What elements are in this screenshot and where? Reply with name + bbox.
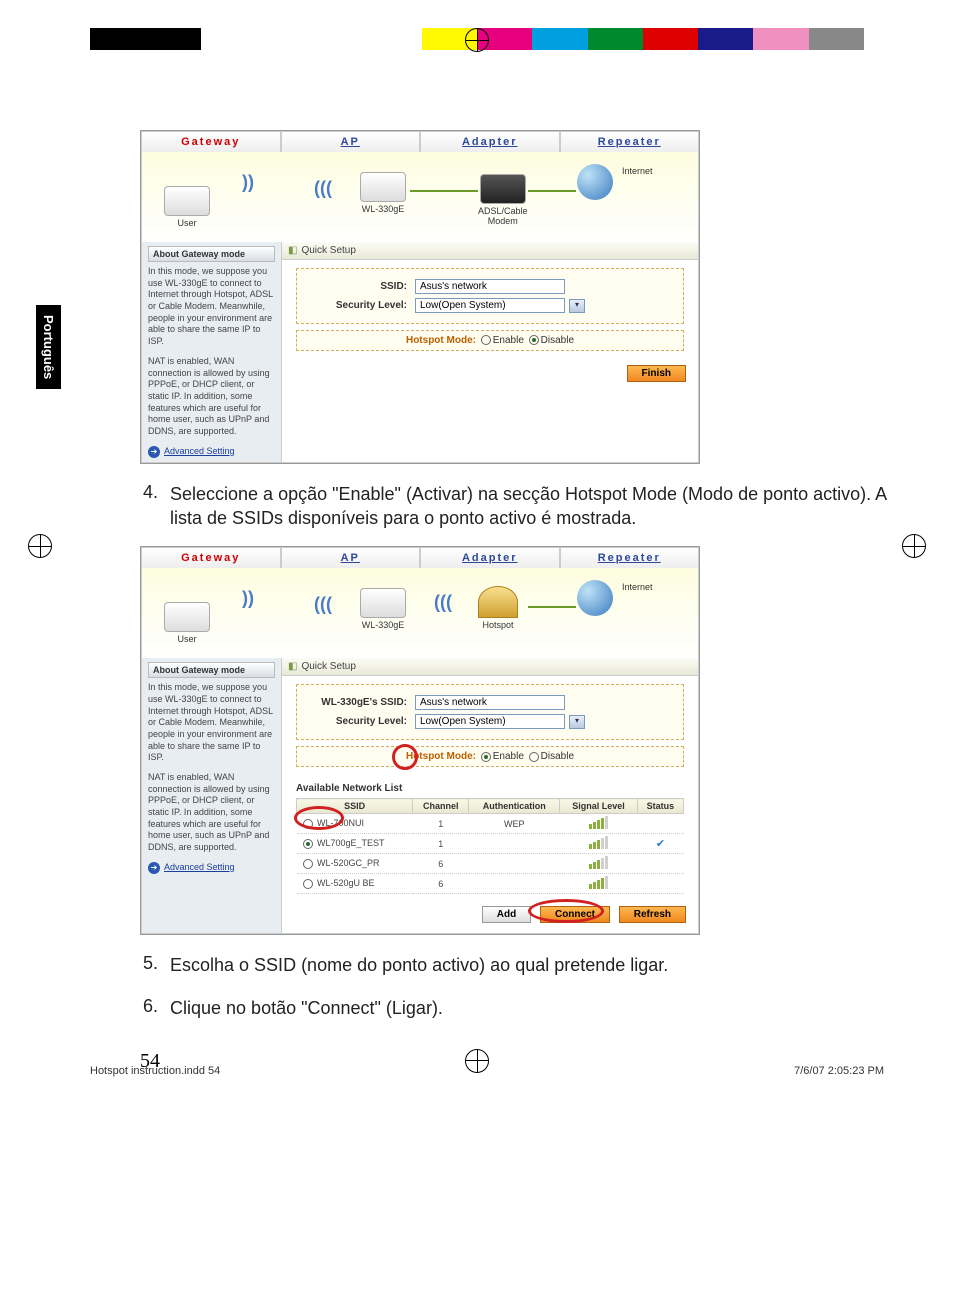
language-tab: Português (36, 305, 61, 389)
network-row-radio[interactable] (303, 819, 313, 829)
satellite-icon (478, 586, 518, 618)
router-icon (360, 588, 406, 618)
connect-button[interactable]: Connect (540, 906, 610, 923)
about-sidebar: About Gateway mode In this mode, we supp… (142, 658, 282, 933)
router-ui-screenshot-2: Gateway AP Adapter Repeater User )) ((( … (140, 546, 700, 935)
advanced-setting-link[interactable]: Advanced Setting (164, 446, 235, 456)
table-row[interactable]: WL700gE_TEST1✔ (297, 834, 684, 854)
available-network-table: SSIDChannelAuthenticationSignal LevelSta… (296, 798, 684, 894)
signal-bars-icon (589, 836, 608, 849)
tab-adapter[interactable]: Adapter (420, 131, 560, 152)
network-row-radio[interactable] (303, 879, 313, 889)
refresh-button[interactable]: Refresh (619, 906, 686, 923)
check-icon: ✔ (656, 838, 665, 850)
tab-gateway[interactable]: Gateway (141, 547, 281, 568)
signal-bars-icon (589, 856, 608, 869)
print-footer: Hotspot instruction.indd 54 7/6/07 2:05:… (90, 1065, 884, 1077)
modem-icon (480, 174, 526, 204)
quick-setup-heading: Quick Setup (282, 658, 698, 676)
dropdown-arrow-icon[interactable]: ▾ (569, 299, 585, 313)
network-list-heading: Available Network List (296, 783, 698, 794)
laptop-icon (164, 186, 210, 216)
instruction-step-6: 6. Clique no botão "Connect" (Ligar). (140, 996, 894, 1020)
signal-bars-icon (589, 816, 608, 829)
hotspot-disable-radio[interactable] (529, 752, 539, 762)
quick-setup-heading: Quick Setup (282, 242, 698, 260)
security-select[interactable]: Low(Open System) (415, 714, 565, 729)
registration-mark-icon (902, 534, 926, 558)
hotspot-enable-radio[interactable] (481, 752, 491, 762)
tab-adapter[interactable]: Adapter (420, 547, 560, 568)
tab-ap[interactable]: AP (281, 547, 421, 568)
globe-icon (577, 580, 613, 616)
instruction-step-4: 4. Seleccione a opção "Enable" (Activar)… (140, 482, 894, 531)
tab-ap[interactable]: AP (281, 131, 421, 152)
table-row[interactable]: WL-520GC_PR6 (297, 854, 684, 874)
registration-mark-icon (465, 28, 489, 52)
wifi-waves-icon: ((( (314, 594, 332, 615)
tab-repeater[interactable]: Repeater (560, 547, 700, 568)
instruction-step-5: 5. Escolha o SSID (nome do ponto activo)… (140, 953, 894, 977)
router-ui-screenshot-1: Gateway AP Adapter Repeater User )) ((( … (140, 130, 700, 464)
tab-gateway[interactable]: Gateway (141, 131, 281, 152)
wifi-waves-icon: ((( (434, 592, 452, 613)
wifi-waves-icon: )) (242, 588, 254, 609)
network-row-radio[interactable] (303, 859, 313, 869)
registration-mark-icon (28, 534, 52, 558)
hotspot-disable-radio[interactable] (529, 335, 539, 345)
finish-button[interactable]: Finish (627, 365, 686, 382)
wifi-waves-icon: ((( (314, 178, 332, 199)
table-row[interactable]: WL-700NUI1WEP (297, 814, 684, 834)
globe-icon (577, 164, 613, 200)
table-row[interactable]: WL-520gU BE6 (297, 874, 684, 894)
add-button[interactable]: Add (482, 906, 531, 923)
signal-bars-icon (589, 876, 608, 889)
dropdown-arrow-icon[interactable]: ▾ (569, 715, 585, 729)
network-row-radio[interactable] (303, 839, 313, 849)
ssid-input[interactable]: Asus's network (415, 279, 565, 294)
router-icon (360, 172, 406, 202)
laptop-icon (164, 602, 210, 632)
hotspot-enable-radio[interactable] (481, 335, 491, 345)
wifi-waves-icon: )) (242, 172, 254, 193)
advanced-setting-link[interactable]: Advanced Setting (164, 862, 235, 872)
about-sidebar: About Gateway mode In this mode, we supp… (142, 242, 282, 462)
ssid-input[interactable]: Asus's network (415, 695, 565, 710)
security-select[interactable]: Low(Open System) (415, 298, 565, 313)
tab-repeater[interactable]: Repeater (560, 131, 700, 152)
